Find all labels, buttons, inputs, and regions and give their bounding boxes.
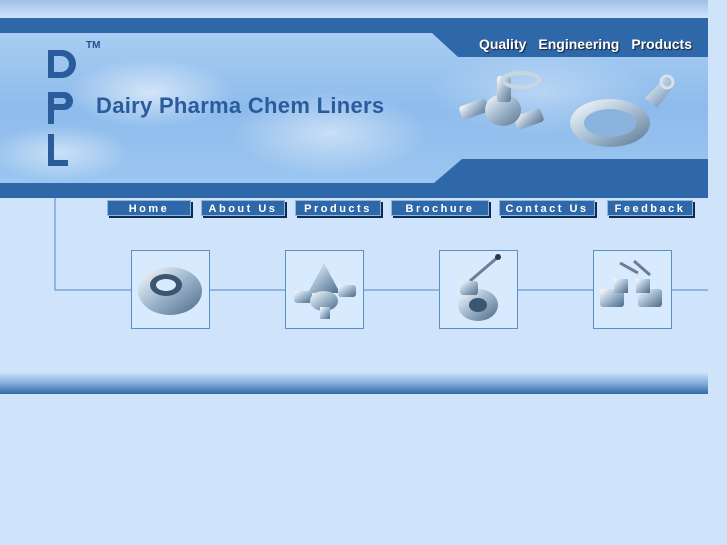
nav-products[interactable]: Products (295, 200, 381, 216)
tagline-engineering: Engineering (538, 36, 620, 52)
clamp-image (570, 74, 675, 147)
tagline: Quality Engineering Products (479, 36, 692, 52)
nav-feedback[interactable]: Feedback (607, 200, 693, 216)
nav-brochure[interactable]: Brochure (391, 200, 489, 216)
butterfly-valve-icon (458, 254, 501, 321)
tagline-products: Products (631, 36, 692, 52)
trademark: TM (86, 40, 101, 51)
tagline-quality: Quality (478, 36, 527, 52)
diaphragm-valve-image (459, 71, 544, 130)
ring-fitting-icon (138, 267, 202, 315)
company-name: Dairy Pharma Chem Liners (96, 93, 385, 118)
header-banner: Quality Engineering Products TM Dairy Ph… (0, 18, 708, 198)
product-thumbnail-4[interactable] (593, 250, 672, 329)
top-strip (0, 0, 708, 18)
nav-home[interactable]: Home (107, 200, 191, 216)
product-thumbnail-1[interactable] (131, 250, 210, 329)
nav-contact-us[interactable]: Contact Us (499, 200, 595, 216)
product-thumbnail-3[interactable] (439, 250, 518, 329)
bottom-bar (0, 372, 708, 394)
nav-about-us[interactable]: About Us (201, 200, 285, 216)
product-thumbnail-2[interactable] (285, 250, 364, 329)
sample-valve-icon (600, 259, 662, 307)
valve-body-icon (294, 263, 356, 319)
dpl-logo (48, 50, 76, 166)
